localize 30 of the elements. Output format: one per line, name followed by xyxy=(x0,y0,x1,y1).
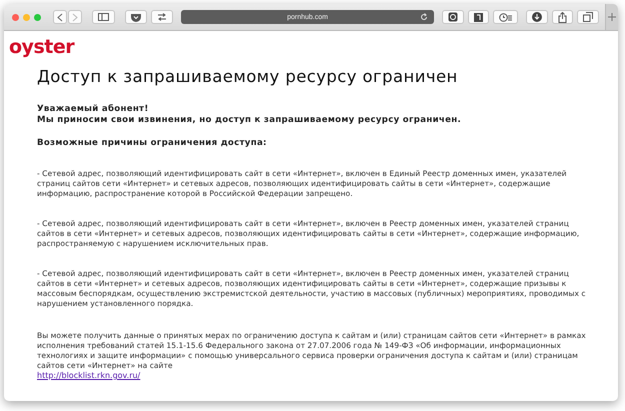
sidebar-icon xyxy=(98,13,109,21)
camera-icon xyxy=(448,12,458,22)
sidebar-button[interactable] xyxy=(92,10,115,24)
back-button[interactable] xyxy=(53,10,67,24)
plus-icon xyxy=(608,13,616,21)
extension-button[interactable] xyxy=(442,10,464,24)
tabs-icon xyxy=(583,12,594,22)
page-title: Доступ к запрашиваемому ресурсу ограничен xyxy=(37,67,459,87)
chevron-right-icon xyxy=(72,12,78,22)
arrows-icon xyxy=(156,13,167,21)
chevron-left-icon xyxy=(57,12,63,22)
share-button[interactable] xyxy=(552,10,574,24)
new-tab-button[interactable] xyxy=(605,4,618,30)
extension-button[interactable] xyxy=(468,10,490,24)
reasons-heading: Возможные причины ограничения доступа: xyxy=(37,138,268,149)
square-icon xyxy=(474,12,484,22)
pocket-button[interactable] xyxy=(124,10,147,24)
downloads-button[interactable] xyxy=(526,10,548,24)
clock-list-icon xyxy=(499,12,512,22)
tabs-button[interactable] xyxy=(577,10,600,24)
history-button[interactable] xyxy=(493,10,518,24)
apology-text: Мы приносим свои извинения, но доступ к запрашиваемому ресурсу ограничен. xyxy=(37,115,462,126)
pocket-icon xyxy=(130,12,141,22)
logo: oyster xyxy=(9,37,74,57)
share-icon xyxy=(558,12,568,22)
blocklist-link[interactable]: http://blocklist.rkn.gov.ru/ xyxy=(37,371,140,380)
download-icon xyxy=(532,12,542,22)
reload-icon[interactable] xyxy=(420,13,428,21)
swap-button[interactable] xyxy=(150,10,173,24)
greeting: Уважаемый абонент! xyxy=(37,104,150,115)
